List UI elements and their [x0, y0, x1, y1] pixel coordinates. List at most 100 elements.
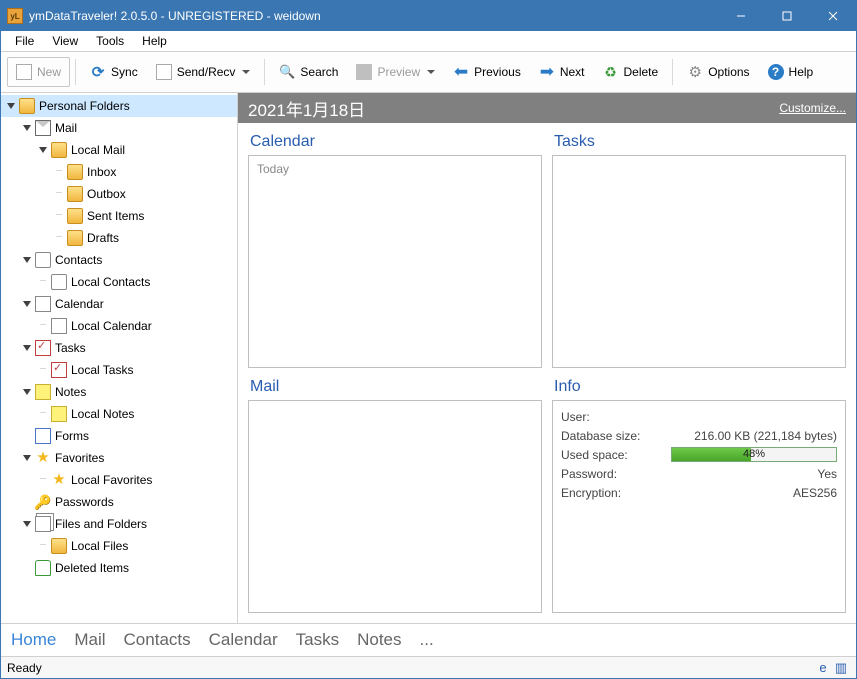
tree-drafts[interactable]: ┈ Drafts: [1, 227, 237, 249]
tree-connector: ┈: [51, 167, 67, 177]
tree-local-tasks[interactable]: ┈ Local Tasks: [1, 359, 237, 381]
notes-icon: [35, 384, 51, 400]
tab-more[interactable]: ...: [420, 630, 434, 650]
tree-sent[interactable]: ┈ Sent Items: [1, 205, 237, 227]
tab-notes[interactable]: Notes: [357, 630, 401, 650]
info-title[interactable]: Info: [552, 378, 846, 396]
tasks-title[interactable]: Tasks: [552, 133, 846, 151]
sendrecv-icon: [156, 64, 172, 80]
info-body: User: Database size: 216.00 KB (221,184 …: [552, 400, 846, 613]
tree-mail[interactable]: Mail: [1, 117, 237, 139]
tree-personal-folders[interactable]: Personal Folders: [1, 95, 237, 117]
info-row-usedspace: Used space: 48%: [561, 445, 837, 464]
menubar: File View Tools Help: [1, 31, 856, 51]
info-encryption-value: AES256: [671, 486, 837, 500]
mail-icon: [35, 120, 51, 136]
tree-label: Local Notes: [71, 407, 134, 421]
inbox-icon: [67, 164, 83, 180]
tab-contacts[interactable]: Contacts: [124, 630, 191, 650]
tree-contacts[interactable]: Contacts: [1, 249, 237, 271]
tree-deleted[interactable]: Deleted Items: [1, 557, 237, 579]
menu-tools[interactable]: Tools: [88, 32, 132, 50]
new-button[interactable]: New: [7, 57, 70, 87]
tree-tasks[interactable]: Tasks: [1, 337, 237, 359]
folder-icon: [19, 98, 35, 114]
menu-file[interactable]: File: [7, 32, 42, 50]
tree-label: Inbox: [87, 165, 116, 179]
close-button[interactable]: [810, 1, 856, 31]
tree-outbox[interactable]: ┈ Outbox: [1, 183, 237, 205]
tab-mail[interactable]: Mail: [74, 630, 105, 650]
tasks-icon: [51, 362, 67, 378]
toolbar-sep: [672, 59, 673, 85]
tree-files[interactable]: Files and Folders: [1, 513, 237, 535]
folder-tree[interactable]: Personal Folders Mail Local Mail ┈ Inbox…: [1, 93, 238, 623]
mail-body[interactable]: [248, 400, 542, 613]
options-button[interactable]: ⚙ Options: [678, 57, 758, 87]
tree-connector: ┈: [35, 365, 51, 375]
options-label: Options: [708, 65, 749, 79]
help-button[interactable]: ? Help: [759, 57, 823, 87]
delete-button[interactable]: ♻ Delete: [594, 57, 668, 87]
tree-local-contacts[interactable]: ┈ Local Contacts: [1, 271, 237, 293]
delete-icon: ♻: [603, 64, 619, 80]
tree-label: Tasks: [55, 341, 86, 355]
calendar-title[interactable]: Calendar: [248, 133, 542, 151]
sync-button[interactable]: ⟳ Sync: [81, 57, 147, 87]
search-icon: 🔍: [279, 64, 295, 80]
toolbar-sep: [264, 59, 265, 85]
tree-favorites[interactable]: ★ Favorites: [1, 447, 237, 469]
search-button[interactable]: 🔍 Search: [270, 57, 347, 87]
tree-local-mail[interactable]: Local Mail: [1, 139, 237, 161]
gear-icon: ⚙: [687, 64, 703, 80]
info-password-label: Password:: [561, 467, 671, 481]
tree-notes[interactable]: Notes: [1, 381, 237, 403]
dropdown-icon: [242, 70, 250, 74]
tree-label: Local Calendar: [71, 319, 152, 333]
tree-label: Forms: [55, 429, 89, 443]
tree-inbox[interactable]: ┈ Inbox: [1, 161, 237, 183]
tree-label: Passwords: [55, 495, 114, 509]
progress-pct: 48%: [672, 448, 836, 461]
tasks-panel: Tasks: [552, 133, 846, 368]
tree-local-calendar[interactable]: ┈ Local Calendar: [1, 315, 237, 337]
new-icon: [16, 64, 32, 80]
mail-title[interactable]: Mail: [248, 378, 542, 396]
sendrecv-label: Send/Recv: [177, 65, 236, 79]
next-button[interactable]: ➡ Next: [530, 57, 594, 87]
preview-button[interactable]: Preview: [347, 57, 444, 87]
arrow-right-icon: ➡: [539, 64, 555, 80]
sendrecv-button[interactable]: Send/Recv: [147, 57, 260, 87]
calendar-body[interactable]: Today: [248, 155, 542, 368]
info-dbsize-value: 216.00 KB (221,184 bytes): [671, 429, 837, 443]
tree-forms[interactable]: Forms: [1, 425, 237, 447]
tasks-body[interactable]: [552, 155, 846, 368]
tree-label: Local Favorites: [71, 473, 152, 487]
outbox-icon: [67, 186, 83, 202]
info-usedspace-label: Used space:: [561, 448, 671, 462]
tree-local-favorites[interactable]: ┈ ★ Local Favorites: [1, 469, 237, 491]
tree-connector: ┈: [51, 211, 67, 221]
tree-label: Calendar: [55, 297, 104, 311]
tree-calendar[interactable]: Calendar: [1, 293, 237, 315]
customize-link[interactable]: Customize...: [779, 101, 846, 115]
trash-icon: [35, 560, 51, 576]
tree-label: Notes: [55, 385, 86, 399]
tab-tasks[interactable]: Tasks: [296, 630, 339, 650]
tree-passwords[interactable]: 🔑 Passwords: [1, 491, 237, 513]
info-row-user: User:: [561, 407, 837, 426]
folder-icon: [51, 538, 67, 554]
layout-icon[interactable]: ▥: [832, 660, 850, 676]
tree-local-notes[interactable]: ┈ Local Notes: [1, 403, 237, 425]
previous-button[interactable]: ⬅ Previous: [444, 57, 530, 87]
menu-help[interactable]: Help: [134, 32, 175, 50]
maximize-button[interactable]: [764, 1, 810, 31]
tab-calendar[interactable]: Calendar: [209, 630, 278, 650]
tree-label: Mail: [55, 121, 77, 135]
minimize-button[interactable]: [718, 1, 764, 31]
tree-local-files[interactable]: ┈ Local Files: [1, 535, 237, 557]
sync-icon: ⟳: [90, 64, 106, 80]
tab-home[interactable]: Home: [11, 630, 56, 650]
ie-icon[interactable]: e: [814, 660, 832, 675]
menu-view[interactable]: View: [44, 32, 86, 50]
